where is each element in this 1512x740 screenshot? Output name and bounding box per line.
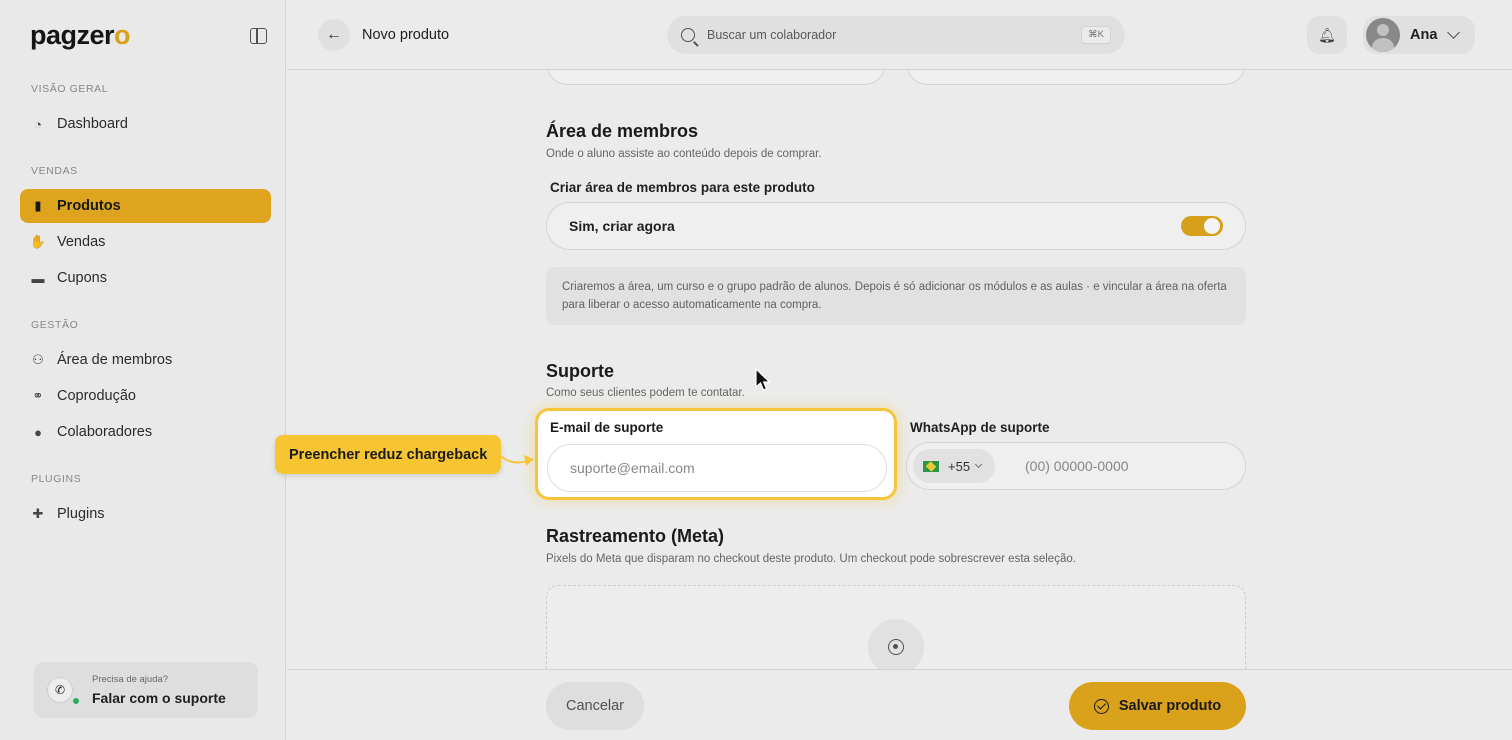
top-header: ← Novo produto ⌘K 🔔︎ Ana xyxy=(287,0,1512,70)
section-label-sales: VENDAS xyxy=(31,165,78,177)
check-circle-icon xyxy=(1093,698,1109,714)
pie-chart-icon: ◔ xyxy=(34,116,42,132)
previous-field-left[interactable] xyxy=(546,71,886,85)
section-label-overview: VISÃO GERAL xyxy=(31,83,109,95)
whatsapp-icon: ✆ xyxy=(47,677,73,703)
target-icon-button[interactable] xyxy=(868,619,924,669)
users-icon: ⚇ xyxy=(32,352,44,367)
tracking-section-subtitle: Pixels do Meta que disparam no checkout … xyxy=(546,553,1076,565)
search-input[interactable] xyxy=(707,28,1067,42)
user-name: Ana xyxy=(1410,27,1438,43)
handshake-icon: ⚭ xyxy=(32,388,44,403)
logo[interactable]: pagzero xyxy=(30,20,131,51)
whatsapp-field[interactable]: +55 xyxy=(906,442,1341,490)
sidebar-item-dashboard[interactable]: ◔ Dashboard xyxy=(20,107,271,141)
search-icon xyxy=(681,28,695,42)
save-button-label: Salvar produto xyxy=(1118,698,1222,714)
help-card-caption: Precisa de ajuda? xyxy=(92,674,169,685)
sidebar-item-area-de-membros[interactable]: ⚇ Área de membros xyxy=(20,343,271,377)
chevron-down-icon xyxy=(975,460,983,469)
sidebar-item-coproducao[interactable]: ⚭ Coprodução xyxy=(20,379,271,413)
support-email-input[interactable] xyxy=(548,445,886,491)
hand-money-icon: ✋ xyxy=(29,234,47,249)
sidebar-item-plugins[interactable]: ✚ Plugins xyxy=(20,497,271,531)
support-section-subtitle: Como seus clientes podem te contatar. xyxy=(546,387,745,399)
create-members-area-toggle[interactable] xyxy=(1181,216,1223,236)
mouse-cursor-icon xyxy=(755,368,771,391)
support-email-field[interactable] xyxy=(547,444,887,492)
members-section-subtitle: Onde o aluno assiste ao conteúdo depois … xyxy=(546,148,822,160)
arrow-left-icon: ← xyxy=(326,26,342,43)
sidebar-item-cupons[interactable]: ▬ Cupons xyxy=(20,261,271,295)
support-section-title: Suporte xyxy=(546,361,615,381)
create-members-area-field[interactable]: Sim, criar agora xyxy=(546,202,1246,250)
bell-icon: 🔔︎ xyxy=(1318,26,1336,43)
sidebar-item-produtos[interactable]: ▮ Produtos xyxy=(20,189,271,223)
section-label-management: GESTÃO xyxy=(31,319,79,331)
whatsapp-label: WhatsApp de suporte xyxy=(910,420,1050,435)
tooltip-arrow-icon xyxy=(498,453,534,466)
members-section-title: Área de membros xyxy=(546,121,699,141)
form-footer: Cancelar Salvar produto xyxy=(287,669,1512,740)
avatar xyxy=(1366,18,1400,52)
tour-tooltip-text: Preencher reduz chargeback xyxy=(289,446,488,463)
sidebar: pagzero VISÃO GERAL ◔ Dashboard VENDAS ▮ P… xyxy=(0,0,286,740)
help-card-title: Falar com o suporte xyxy=(92,690,226,706)
page-title: Novo produto xyxy=(362,27,450,43)
members-toggle-label: Criar área de membros para este produto xyxy=(550,180,815,195)
tracking-section-title: Rastreamento (Meta) xyxy=(546,526,725,546)
members-info-box: Criaremos a área, um curso e o grupo pad… xyxy=(546,267,1246,325)
brazil-flag-icon xyxy=(923,460,939,472)
user-menu[interactable]: Ana xyxy=(1363,16,1475,54)
target-icon xyxy=(888,639,904,655)
support-email-label: E-mail de suporte xyxy=(550,420,664,435)
ticket-icon: ▬ xyxy=(31,270,45,286)
save-product-button[interactable]: Salvar produto xyxy=(1069,682,1246,730)
sidebar-item-colaboradores[interactable]: ● Colaboradores xyxy=(20,415,271,449)
country-code-text: +55 xyxy=(948,458,971,474)
sidebar-collapse-icon[interactable] xyxy=(250,28,267,44)
help-card[interactable]: ✆ Precisa de ajuda? Falar com o suporte xyxy=(34,662,258,718)
country-code-select[interactable]: +55 xyxy=(913,449,995,483)
shortcut-badge: ⌘K xyxy=(1081,26,1111,44)
sidebar-item-vendas[interactable]: ✋ Vendas xyxy=(20,225,271,259)
tour-spotlight-email: E-mail de suporte xyxy=(535,408,897,500)
puzzle-icon: ✚ xyxy=(32,506,44,521)
search-bar[interactable]: ⌘K xyxy=(667,16,1125,54)
tour-tooltip: Preencher reduz chargeback xyxy=(275,435,502,474)
notifications-button[interactable]: 🔔︎ xyxy=(1307,16,1347,54)
previous-field-right[interactable] xyxy=(906,71,1246,85)
cancel-button[interactable]: Cancelar xyxy=(546,682,644,730)
online-status-dot xyxy=(72,697,80,705)
chevron-down-icon xyxy=(1447,26,1461,39)
section-label-plugins: PLUGINS xyxy=(31,473,82,485)
product-form: Área de membros Onde o aluno assiste ao … xyxy=(287,71,1512,669)
back-button[interactable]: ← xyxy=(318,19,350,51)
user-icon: ● xyxy=(34,424,42,440)
box-icon: ▮ xyxy=(34,198,42,213)
whatsapp-input[interactable] xyxy=(1003,443,1341,489)
toggle-value-text: Sim, criar agora xyxy=(569,218,675,234)
pixel-dropzone[interactable] xyxy=(546,585,1246,669)
